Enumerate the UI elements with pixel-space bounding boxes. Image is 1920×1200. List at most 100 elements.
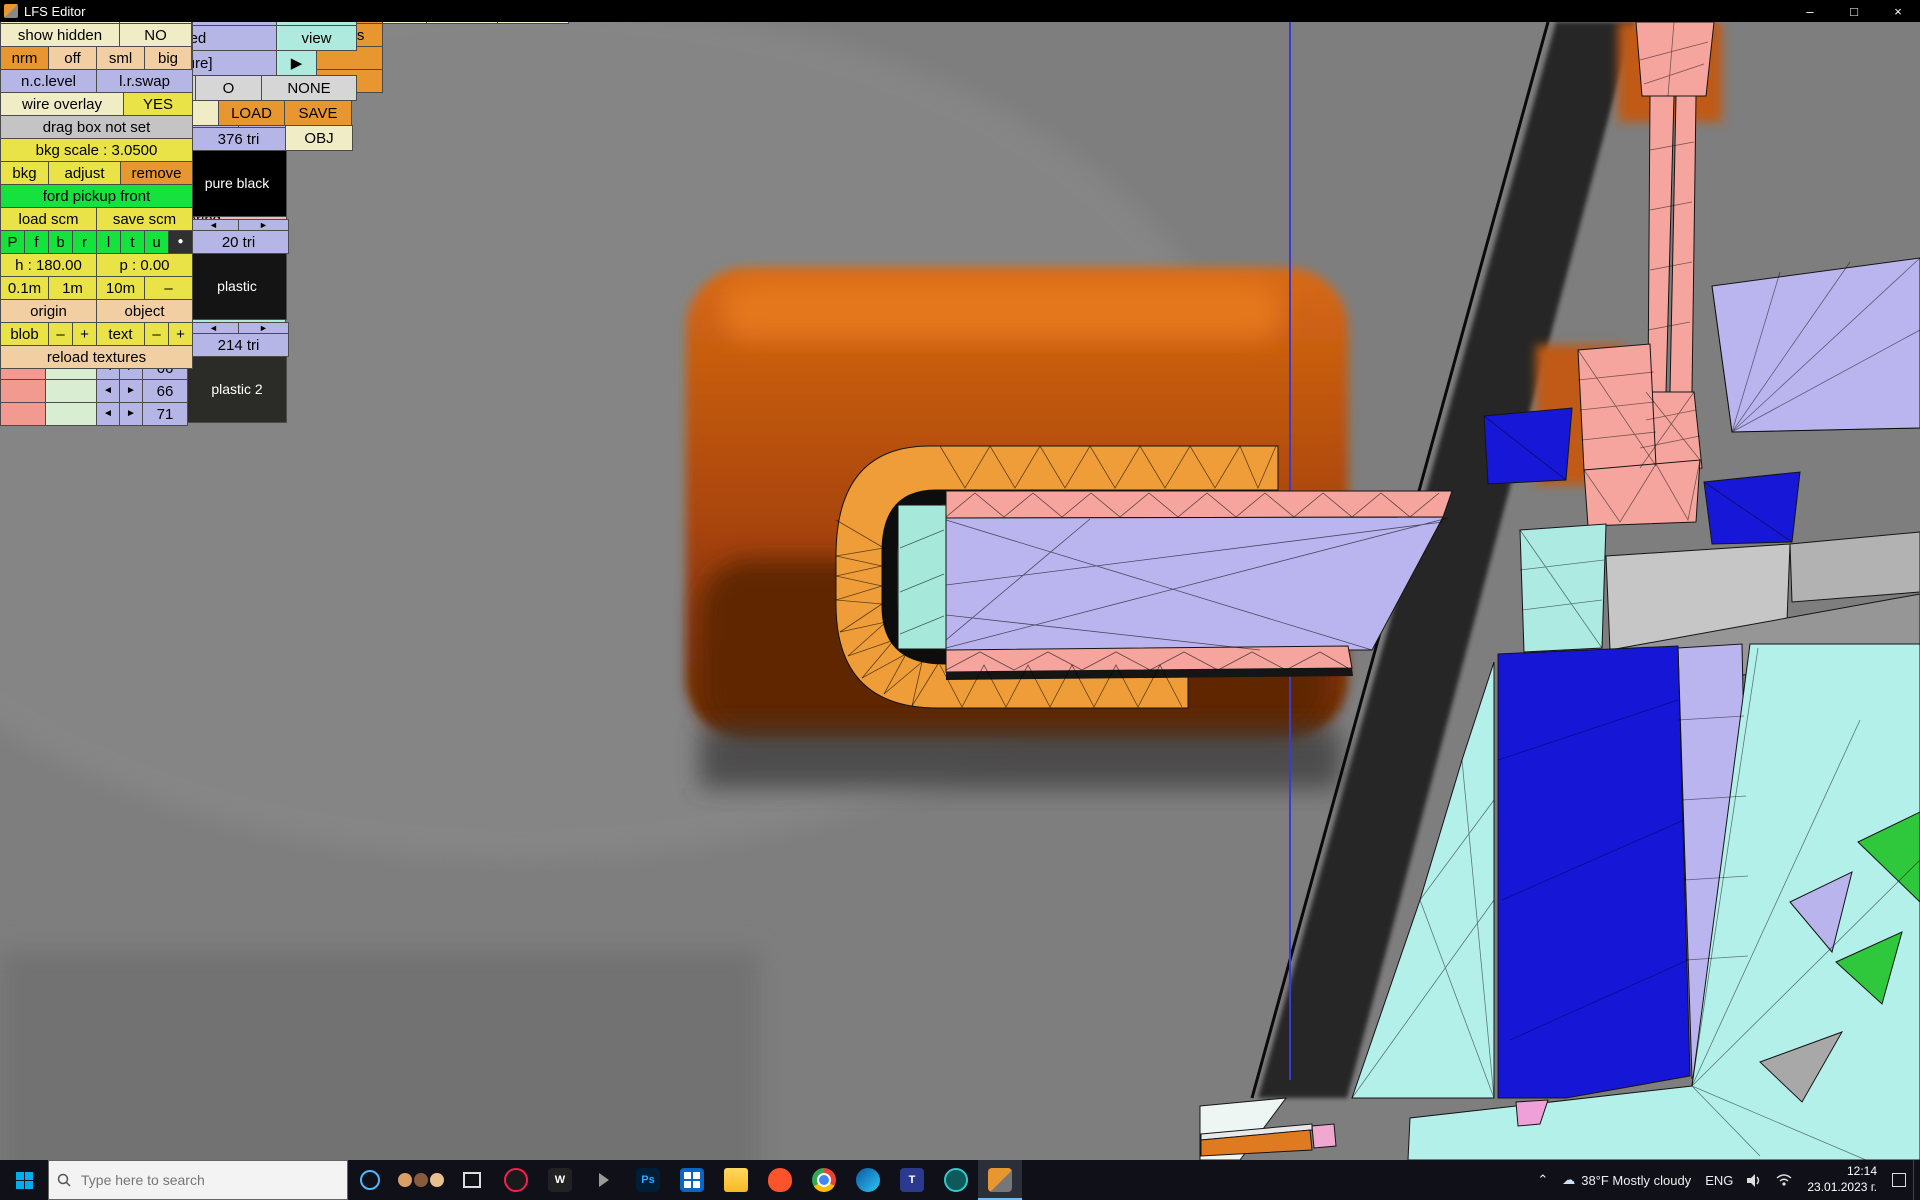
drag-box-status: drag box not set	[0, 115, 193, 139]
pitch-value[interactable]: p : 0.00	[96, 253, 193, 277]
tool-icon[interactable]	[582, 1160, 626, 1200]
view-front-button[interactable]: f	[24, 230, 49, 254]
window-title: LFS Editor	[24, 4, 85, 19]
start-button[interactable]	[0, 1160, 48, 1200]
view-back-button[interactable]: b	[48, 230, 73, 254]
bkg-remove-button[interactable]: remove	[120, 161, 193, 185]
language-indicator[interactable]: ENG	[1698, 1160, 1740, 1200]
increase-button[interactable]: ►	[119, 402, 143, 426]
task-view-icon[interactable]	[450, 1160, 494, 1200]
heading-value[interactable]: h : 180.00	[0, 253, 97, 277]
material-preview[interactable]: plastic	[187, 253, 287, 320]
increase-button[interactable]: ►	[119, 379, 143, 403]
maximize-button[interactable]: □	[1832, 0, 1876, 22]
color-swatch[interactable]	[45, 379, 97, 403]
render-o-button[interactable]: O	[195, 75, 262, 101]
camera-app-icon[interactable]	[934, 1160, 978, 1200]
render-none-button[interactable]: NONE	[261, 75, 357, 101]
load-scm-button[interactable]: load scm	[0, 207, 97, 231]
channel-value: 71	[142, 402, 188, 426]
show-hidden-label: show hidden	[0, 23, 120, 47]
store-icon[interactable]	[670, 1160, 714, 1200]
view-perspective-button[interactable]: P	[0, 230, 25, 254]
app-icon	[4, 4, 18, 18]
material-preview[interactable]: plastic 2	[187, 356, 287, 423]
grid-off-button[interactable]: –	[144, 276, 193, 300]
search-input[interactable]	[79, 1171, 313, 1189]
lr-swap-button[interactable]: l.r.swap	[96, 69, 193, 93]
bkg-image-name[interactable]: ford pickup front	[0, 184, 193, 208]
color-swatch[interactable]	[0, 379, 46, 403]
system-tray: ⌃ ☁ 38°F Mostly cloudy ENG 12:14 23.01.2…	[1530, 1160, 1920, 1200]
wire-overlay-toggle[interactable]: YES	[123, 92, 193, 116]
blob-plus-button[interactable]: +	[72, 322, 97, 346]
edge-icon[interactable]	[846, 1160, 890, 1200]
blob-label: blob	[0, 322, 49, 346]
clock[interactable]: 12:14 23.01.2023 г.	[1799, 1164, 1885, 1195]
chrome-icon[interactable]	[802, 1160, 846, 1200]
cutout-view-button[interactable]: view	[276, 25, 357, 51]
obj-export-button[interactable]: OBJ	[285, 125, 353, 151]
channel-value: 66	[142, 379, 188, 403]
search-icon	[57, 1173, 71, 1187]
grid-01m-button[interactable]: 0.1m	[0, 276, 49, 300]
photoshop-icon[interactable]: Ps	[626, 1160, 670, 1200]
view-right-button[interactable]: r	[72, 230, 97, 254]
object-button[interactable]: object	[96, 299, 193, 323]
color-swatch[interactable]	[45, 402, 97, 426]
weather-status[interactable]: ☁ 38°F Mostly cloudy	[1555, 1160, 1698, 1200]
titlebar: LFS Editor – □ ×	[0, 0, 1920, 22]
taskbar-search[interactable]	[48, 1160, 348, 1200]
text-plus-button[interactable]: +	[168, 322, 193, 346]
view-under-button[interactable]: u	[144, 230, 169, 254]
cloud-icon: ☁	[1562, 1172, 1575, 1188]
save-button[interactable]: SAVE	[284, 100, 352, 126]
bkg-adjust-button[interactable]: adjust	[48, 161, 121, 185]
load-button[interactable]: LOAD	[218, 100, 285, 126]
time: 12:14	[1847, 1164, 1877, 1180]
file-explorer-icon[interactable]	[714, 1160, 758, 1200]
color-swatch[interactable]	[0, 402, 46, 426]
bkg-scale-value[interactable]: bkg scale : 3.0500	[0, 138, 193, 162]
page-next-button[interactable]: ▶	[276, 50, 317, 76]
people-icon[interactable]	[392, 1160, 450, 1200]
material-tri-count: 214 tri	[188, 333, 289, 357]
network-icon[interactable]	[1769, 1160, 1799, 1200]
brave-icon[interactable]	[758, 1160, 802, 1200]
nc-level-button[interactable]: n.c.level	[0, 69, 97, 93]
view-top-button[interactable]: t	[120, 230, 145, 254]
close-button[interactable]: ×	[1876, 0, 1920, 22]
grid-1m-button[interactable]: 1m	[48, 276, 97, 300]
view-left-button[interactable]: l	[96, 230, 121, 254]
decrease-button[interactable]: ◄	[96, 402, 120, 426]
reload-textures-button[interactable]: reload textures	[0, 345, 193, 369]
word-icon[interactable]: W	[538, 1160, 582, 1200]
blob-minus-button[interactable]: –	[48, 322, 73, 346]
text-minus-button[interactable]: –	[144, 322, 169, 346]
show-hidden-toggle[interactable]: NO	[119, 23, 192, 47]
show-desktop-button[interactable]	[1913, 1160, 1920, 1200]
bkg-button[interactable]: bkg	[0, 161, 49, 185]
grid-10m-button[interactable]: 10m	[96, 276, 145, 300]
decrease-button[interactable]: ◄	[96, 379, 120, 403]
cortana-icon[interactable]	[348, 1160, 392, 1200]
volume-icon[interactable]	[1740, 1160, 1769, 1200]
date: 23.01.2023 г.	[1807, 1180, 1877, 1196]
text-label: text	[96, 322, 145, 346]
opera-icon[interactable]	[494, 1160, 538, 1200]
teams-icon[interactable]: T	[890, 1160, 934, 1200]
material-preview[interactable]: pure black	[187, 150, 287, 217]
hidden-icons-chevron-icon[interactable]: ⌃	[1530, 1160, 1555, 1200]
notifications-icon[interactable]	[1885, 1160, 1913, 1200]
origin-button[interactable]: origin	[0, 299, 97, 323]
save-scm-button[interactable]: save scm	[96, 207, 193, 231]
minimize-button[interactable]: –	[1788, 0, 1832, 22]
windows-logo-icon	[16, 1172, 33, 1189]
material-tri-count: 20 tri	[188, 230, 289, 254]
view-dot-button[interactable]: ●	[168, 230, 193, 254]
nrm-button[interactable]: nrm	[0, 46, 49, 70]
nrm-off-button[interactable]: off	[48, 46, 97, 70]
lfs-editor-taskbar-icon[interactable]	[978, 1160, 1022, 1200]
nrm-big-button[interactable]: big	[144, 46, 192, 70]
nrm-sml-button[interactable]: sml	[96, 46, 145, 70]
